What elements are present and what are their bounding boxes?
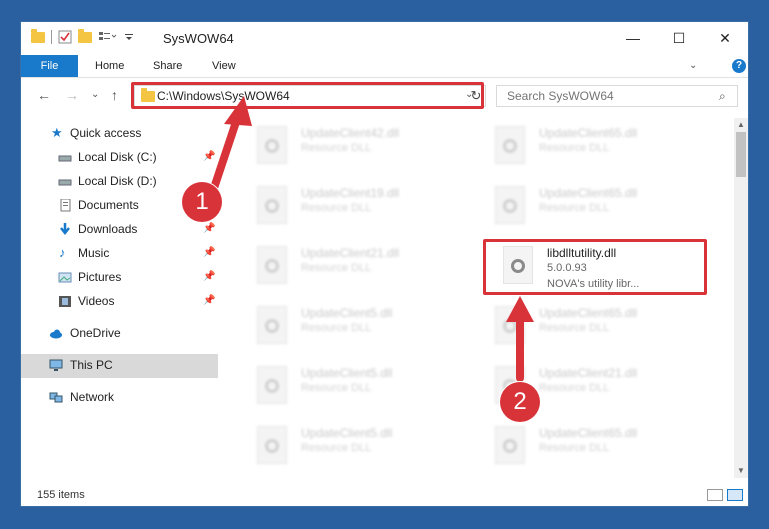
callout-2: 2 [500, 382, 540, 422]
callout-1: 1 [182, 182, 222, 222]
annotation-arrows [210, 96, 534, 382]
